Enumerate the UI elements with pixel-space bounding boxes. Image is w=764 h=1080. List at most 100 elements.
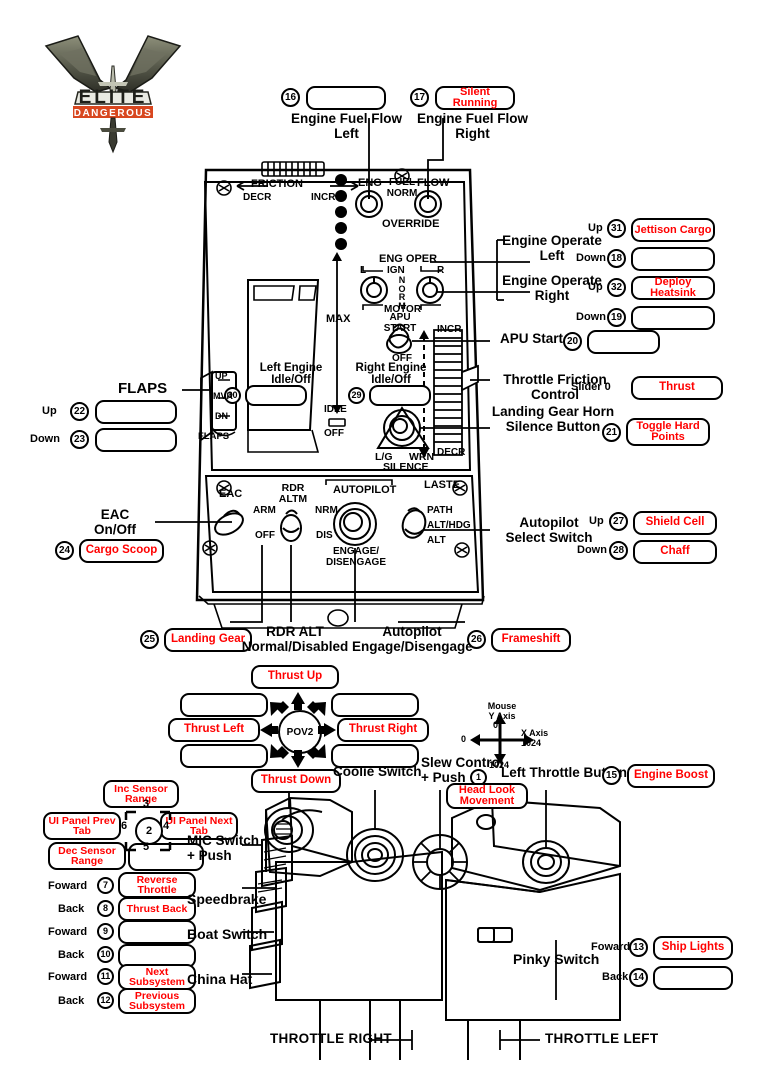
binding-box-19[interactable]	[631, 306, 715, 330]
label-eac: EAC	[219, 488, 243, 500]
callout-num-23: 23	[70, 430, 89, 449]
label-pinky-switch: Pinky Switch	[513, 951, 600, 967]
direction-down-28: Down	[577, 544, 607, 556]
binding-box-9[interactable]	[118, 920, 196, 944]
binding-box-7[interactable]: Reverse Throttle	[118, 872, 196, 898]
binding-box-22[interactable]	[95, 400, 177, 424]
binding-box-24[interactable]: Cargo Scoop	[79, 539, 164, 563]
callout-num-12: 12	[97, 992, 114, 1009]
label-throttle-left: THROTTLE LEFT	[545, 1031, 659, 1046]
callout-num-18: 18	[607, 249, 626, 268]
direction-up-32: Up	[588, 281, 603, 293]
direction-foward-9: Foward	[48, 926, 88, 938]
label-autopilot-select-switch: Autopilot Select Switch	[505, 515, 593, 545]
binding-box-27[interactable]: Shield Cell	[633, 511, 717, 535]
callout-num-14: 14	[629, 968, 648, 987]
direction-back-8: Back	[58, 903, 85, 915]
callout-num-9: 9	[97, 923, 114, 940]
callout-num-29: 29	[348, 387, 365, 404]
label-coolie-switch: Coolie Switch	[333, 764, 422, 779]
binding-box-pov-left[interactable]: Thrust Left	[168, 718, 260, 742]
binding-box-14[interactable]	[653, 966, 733, 990]
binding-box-17[interactable]: Silent Running	[435, 86, 515, 110]
callout-num-26: 26	[467, 630, 486, 649]
binding-box-5[interactable]: Dec Sensor Range	[48, 842, 126, 870]
label-ign-r: R	[437, 265, 445, 276]
binding-box-30[interactable]	[245, 385, 307, 406]
direction-up-22: Up	[42, 405, 57, 417]
label-flaps-up: UP	[215, 371, 228, 381]
mic-num-6: 6	[121, 820, 128, 832]
label-eac-on-off: EAC On/Off	[94, 507, 136, 537]
callout-num-21: 21	[602, 423, 621, 442]
binding-box-13[interactable]: Ship Lights	[653, 936, 733, 960]
binding-box-26[interactable]: Frameshift	[491, 628, 571, 652]
binding-box-29[interactable]	[369, 385, 431, 406]
callout-num-25: 25	[140, 630, 159, 649]
direction-down-23: Down	[30, 433, 60, 445]
callout-num-24: 24	[55, 541, 74, 560]
direction-down-19: Down	[576, 311, 606, 323]
binding-box-pov-up-right[interactable]	[331, 693, 419, 717]
binding-box-12[interactable]: Previous Subsystem	[118, 988, 196, 1014]
label-flaps-dn: DN	[215, 411, 228, 421]
callout-num-32: 32	[607, 278, 626, 297]
binding-box-21[interactable]: Toggle Hard Points	[626, 418, 710, 446]
binding-box-28[interactable]: Chaff	[633, 540, 717, 564]
binding-box-pov-up[interactable]: Thrust Up	[251, 665, 339, 689]
elite-dangerous-logo: ELITE DANGEROUS	[38, 18, 188, 158]
label-engage-disengage: ENGAGE/ DISENGAGE	[325, 546, 386, 568]
mic-num-4: 4	[163, 820, 170, 832]
label-engine-fuel-flow-left: Engine Fuel Flow Left	[291, 111, 402, 141]
binding-box-11[interactable]: Next Subsystem	[118, 964, 196, 990]
label-rdr-nrm: NRM	[315, 505, 338, 516]
binding-box-20[interactable]	[587, 330, 660, 354]
direction-foward-7: Foward	[48, 880, 88, 892]
binding-box-pov-right[interactable]: Thrust Right	[337, 718, 429, 742]
binding-box-pov-down-left[interactable]	[180, 744, 268, 768]
binding-box-32[interactable]: Deploy Heatsink	[631, 276, 715, 300]
binding-box-8[interactable]: Thrust Back	[118, 897, 196, 921]
label-boat-switch: Boat Switch	[187, 926, 268, 942]
label-flaps: FLAPS	[118, 380, 168, 397]
binding-box-pov-down[interactable]: Thrust Down	[251, 769, 341, 793]
binding-box-31[interactable]: Jettison Cargo	[631, 218, 715, 242]
direction-back-14: Back	[602, 971, 629, 983]
label-mouse-y-axis: Mouse Y Axis	[487, 701, 517, 721]
label-landing-gear-horn: Landing Gear Horn Silence Button	[491, 404, 615, 434]
label-slider-0: Slider 0	[571, 381, 611, 393]
label-incr: INCR	[437, 324, 462, 335]
label-decr: DECR	[437, 447, 466, 458]
callout-num-7: 7	[97, 877, 114, 894]
binding-box-pov-up-left[interactable]	[180, 693, 268, 717]
mic-num-5: 5	[143, 841, 150, 853]
binding-box-23[interactable]	[95, 428, 177, 452]
binding-box-18[interactable]	[631, 247, 715, 271]
pov-arrows-icon	[260, 692, 336, 768]
label-rdr-dis: DIS	[316, 530, 333, 541]
label-eac-arm: ARM	[253, 505, 276, 516]
binding-box-slider-0[interactable]: Thrust	[631, 376, 723, 400]
direction-up-27: Up	[589, 515, 604, 527]
label-apu-start: APU START	[383, 312, 417, 334]
label-mouse-x-right: 1024	[521, 738, 542, 748]
label-right-engine-idle-off: Right Engine Idle/Off	[355, 362, 427, 387]
label-flaps-panel: FLAPS	[198, 431, 230, 442]
label-idle: IDLE	[324, 404, 347, 415]
label-eng: ENG	[358, 177, 382, 189]
label-laste-alt: ALT	[427, 535, 446, 546]
binding-box-3[interactable]: Inc Sensor Range	[103, 780, 179, 808]
mic-num-3: 3	[143, 798, 150, 810]
binding-box-1[interactable]: Head Look Movement	[446, 783, 528, 809]
label-silence: SILENCE	[383, 461, 429, 473]
binding-box-25[interactable]: Landing Gear	[164, 628, 252, 652]
binding-box-6[interactable]: UI Panel Prev Tab	[43, 812, 121, 840]
label-left-engine-idle-off: Left Engine Idle/Off	[259, 362, 323, 387]
binding-box-16[interactable]	[306, 86, 386, 110]
callout-num-15: 15	[602, 766, 621, 785]
label-mouse-x-left: 0	[461, 734, 467, 744]
direction-up-31: Up	[588, 222, 603, 234]
binding-box-15[interactable]: Engine Boost	[627, 764, 715, 788]
label-ign-l: L	[360, 265, 367, 276]
label-autopilot: AUTOPILOT	[333, 484, 397, 496]
